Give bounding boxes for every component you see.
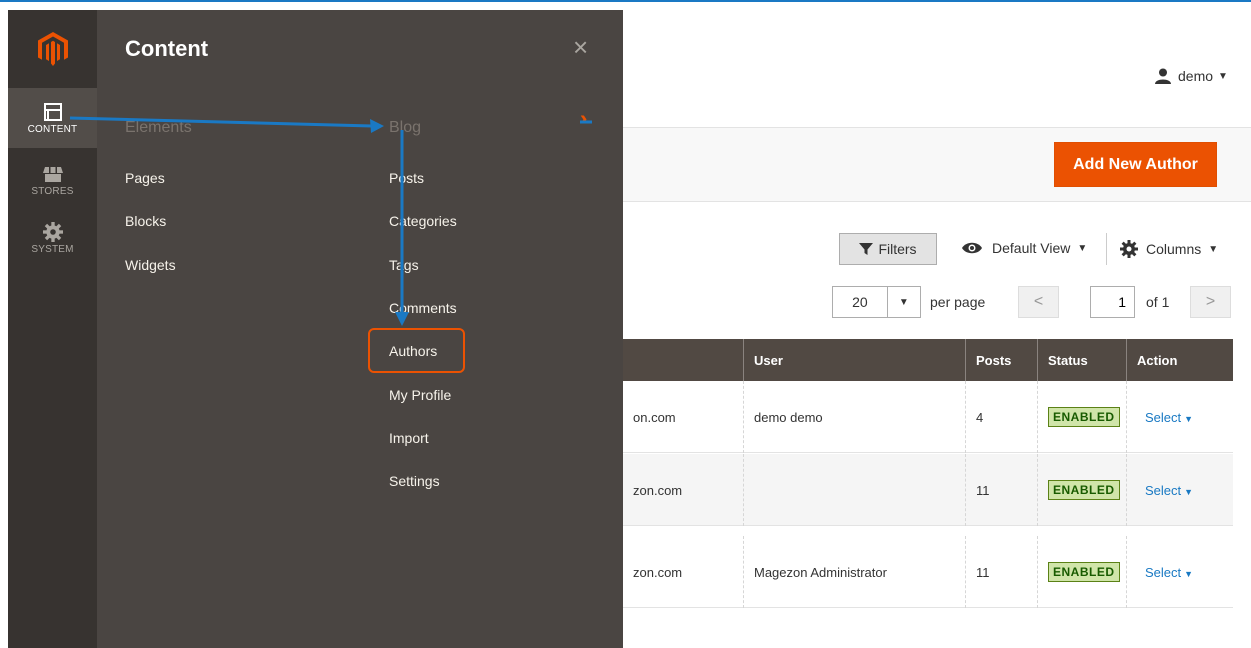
user-icon (1155, 68, 1171, 84)
select-action-link[interactable]: Select ▼ (1145, 565, 1193, 580)
status-cell: ENABLED (1037, 454, 1126, 526)
menu-link-settings[interactable]: Settings (389, 473, 440, 489)
action-cell: Select ▼ (1126, 454, 1233, 526)
authors-highlight-box (368, 328, 465, 373)
section-title-elements: Elements (125, 119, 192, 136)
chevron-down-icon: ▼ (1184, 486, 1194, 497)
posts-cell: 11 (965, 536, 1037, 608)
admin-sidebar: CONTENT STORES SYSTEM (8, 10, 97, 648)
page-total: of 1 (1146, 294, 1170, 310)
per-page-select[interactable]: 20 ▼ (832, 286, 921, 318)
per-page-value: 20 (852, 294, 868, 310)
posts-cell: 11 (965, 454, 1037, 526)
status-badge: ENABLED (1048, 480, 1120, 500)
page-top-border (0, 0, 1251, 2)
column-header-posts[interactable]: Posts (965, 339, 1037, 381)
select-label: Select (1145, 409, 1182, 425)
table-row: zon.com Magezon Administrator 11 ENABLED… (623, 536, 1233, 608)
user-cell: Magezon Administrator (743, 536, 965, 608)
per-page-label: per page (930, 294, 986, 310)
nav-item-stores[interactable]: STORES (8, 150, 97, 210)
status-cell: ENABLED (1037, 381, 1126, 453)
default-view-dropdown[interactable]: Default View ▼ (962, 240, 1087, 256)
chevron-down-icon: ▼ (1184, 413, 1194, 424)
column-header-email[interactable] (623, 339, 743, 381)
select-label: Select (1145, 564, 1182, 580)
nav-item-content[interactable]: CONTENT (8, 88, 97, 148)
menu-link-posts[interactable]: Posts (389, 170, 424, 186)
user-cell: demo demo (743, 381, 965, 453)
chevron-down-icon: ▼ (1218, 70, 1228, 82)
select-action-link[interactable]: Select ▼ (1145, 410, 1193, 425)
magento-logo[interactable] (8, 10, 97, 88)
magento-logo-icon (37, 32, 68, 66)
filters-label: Filters (878, 241, 917, 257)
menu-link-blocks[interactable]: Blocks (125, 213, 166, 229)
menu-link-pages[interactable]: Pages (125, 170, 165, 186)
email-cell: zon.com (633, 564, 683, 580)
gear-icon (1120, 240, 1138, 258)
table-row: zon.com 11 ENABLED Select ▼ (623, 454, 1233, 526)
filter-icon (859, 243, 874, 255)
table-row: on.com demo demo 4 ENABLED Select ▼ (623, 381, 1233, 453)
chevron-down-icon: ▼ (1077, 242, 1088, 254)
chevron-down-icon: ▼ (1184, 568, 1194, 579)
chevron-down-icon: ▼ (1208, 243, 1219, 255)
action-cell: Select ▼ (1126, 536, 1233, 608)
gear-icon (42, 221, 63, 242)
user-name: demo (1178, 68, 1214, 84)
chevron-down-icon[interactable]: ▼ (886, 287, 920, 317)
column-header-action: Action (1126, 339, 1233, 381)
menu-link-comments[interactable]: Comments (389, 300, 457, 316)
posts-cell: 4 (965, 381, 1037, 453)
action-cell: Select ▼ (1126, 381, 1233, 453)
menu-link-tags[interactable]: Tags (389, 257, 419, 273)
status-cell: ENABLED (1037, 536, 1126, 608)
layout-icon (43, 102, 63, 122)
double-chevron-right-icon[interactable]: ›› (580, 108, 589, 131)
user-menu[interactable]: demo ▼ (1155, 68, 1228, 84)
previous-page-button[interactable]: < (1018, 286, 1059, 318)
section-title-blog: Blog (389, 119, 422, 136)
email-cell: on.com (633, 409, 676, 425)
add-new-author-button[interactable]: Add New Author (1054, 142, 1217, 187)
columns-label: Columns (1146, 241, 1202, 257)
nav-item-label: CONTENT (27, 123, 78, 135)
status-badge: ENABLED (1048, 407, 1120, 427)
flyout-title: Content (125, 36, 209, 61)
columns-dropdown[interactable]: Columns ▼ (1120, 240, 1218, 258)
eye-icon (962, 242, 982, 254)
next-page-button[interactable]: > (1190, 286, 1231, 318)
status-badge: ENABLED (1048, 562, 1120, 582)
select-action-link[interactable]: Select ▼ (1145, 483, 1193, 498)
email-cell: zon.com (633, 482, 683, 498)
user-cell (743, 454, 965, 526)
menu-link-widgets[interactable]: Widgets (125, 257, 176, 273)
column-header-status[interactable]: Status (1037, 339, 1126, 381)
filters-button[interactable]: Filters (839, 233, 937, 265)
nav-item-system[interactable]: SYSTEM (8, 208, 97, 268)
store-icon (42, 164, 63, 184)
close-icon[interactable]: × (573, 32, 588, 63)
menu-link-categories[interactable]: Categories (389, 213, 457, 229)
column-header-user[interactable]: User (743, 339, 965, 381)
toolbar-divider (1106, 233, 1107, 265)
nav-item-label: SYSTEM (31, 243, 74, 255)
menu-link-my-profile[interactable]: My Profile (389, 387, 451, 403)
content-flyout-menu: Content × Elements Pages Blocks Widgets … (97, 10, 623, 648)
menu-link-import[interactable]: Import (389, 430, 429, 446)
grid-header: User Posts Status Action (623, 339, 1233, 381)
default-view-label: Default View (992, 240, 1071, 256)
select-label: Select (1145, 482, 1182, 498)
nav-item-label: STORES (31, 185, 74, 197)
page-number-input[interactable] (1090, 286, 1135, 318)
